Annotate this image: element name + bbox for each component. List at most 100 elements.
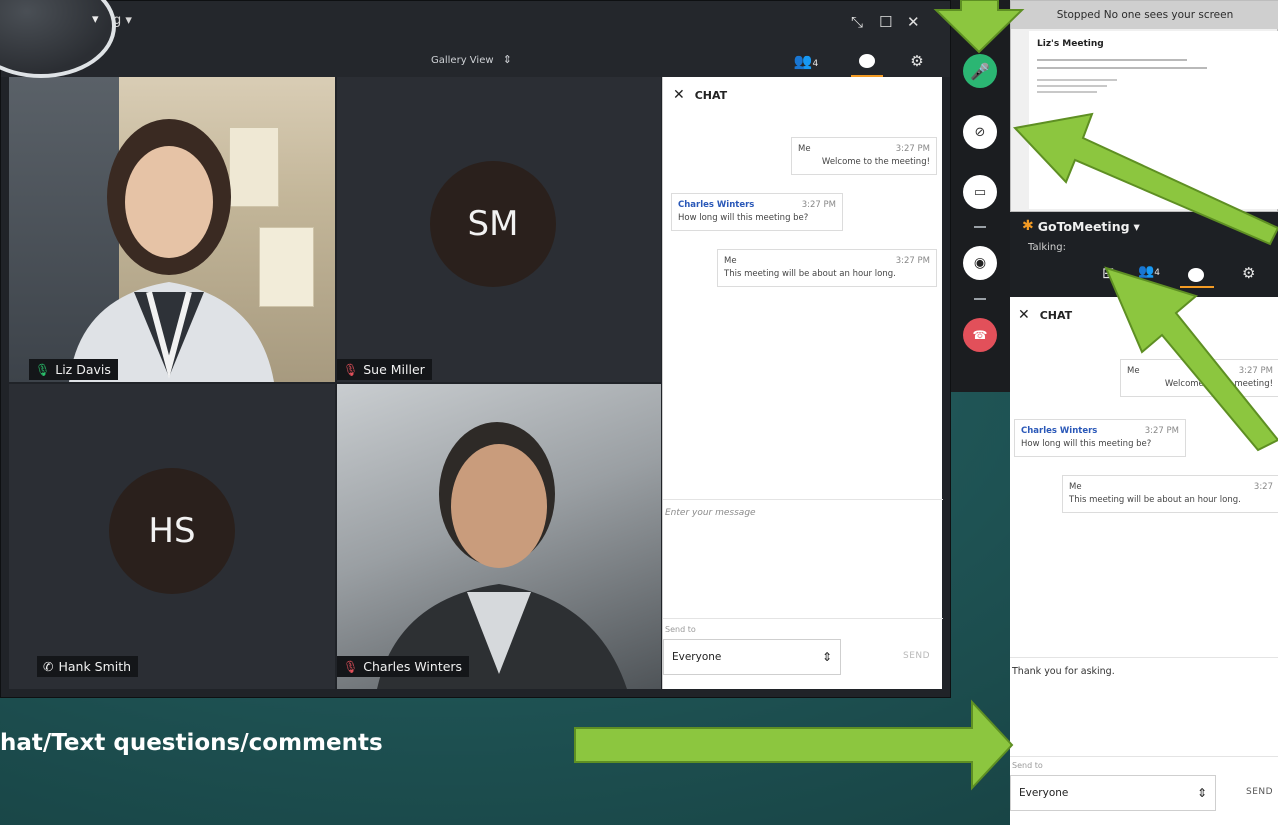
chat-title: CHAT [1039,308,1073,322]
message-text: This meeting will be about an hour long. [724,269,896,280]
video-tile-hank[interactable]: HS ✆ Hank Smith [9,384,335,689]
updown-chevron-icon: ⇕ [502,53,512,66]
chat-header: ✕ CHAT [673,87,727,103]
settings-button[interactable]: ⚙ [905,49,929,73]
send-button[interactable]: SEND [903,651,930,661]
participant-name: Liz Davis [55,362,111,377]
talking-label: Talking: [1028,242,1066,253]
chat-button[interactable] [851,49,883,77]
chat-title: CHAT [694,88,728,102]
name-tag-sue: 🎙 Sue Miller [337,359,432,380]
divider [974,226,986,228]
gotomeeting-logo-icon: ✱ [1022,218,1034,234]
participants-icon: 👥 [1138,264,1155,279]
magnified-menu-caret: ▾ [92,12,99,27]
updown-chevron-icon: ⇕ [1196,786,1207,800]
video-tile-charles[interactable]: 🎙 Charles Winters [337,384,661,689]
collapse-icon[interactable]: ⤡ [851,13,863,31]
message-placeholder: Enter your message [665,508,756,518]
gear-icon: ⚙ [910,52,924,70]
record-button[interactable]: ◉ [963,246,997,280]
message-text: Welcome to the meeting! [821,157,930,168]
gear-icon[interactable]: ⚙ [1242,264,1255,282]
phone-icon: ✆ [43,659,54,674]
message-sender: Me [1069,482,1082,492]
message-sender: Me [1127,366,1140,376]
microphone-icon: 🎙 [35,362,51,377]
chat-message: Me 3:27 PM Welcome to the meeting! [791,137,937,176]
message-sender: Charles Winters [1021,426,1098,436]
message-text: This meeting will be about an hour long. [1069,495,1241,506]
dropdown-caret-icon: ▾ [125,13,132,28]
text-line [1037,91,1097,93]
recipient-value: Everyone [672,651,722,663]
microphone-button[interactable]: 🎤 [963,54,997,88]
send-button[interactable]: SEND [1246,787,1273,797]
avatar-initials: HS [148,511,196,551]
video-tile-liz[interactable]: 🎙 Liz Davis [9,77,335,382]
close-icon[interactable]: ✕ [673,87,685,103]
chat-bubble-icon[interactable] [1188,268,1204,282]
message-text: How long will this meeting be? [678,213,809,224]
avatar-hank: HS [109,468,235,594]
message-input[interactable]: Thank you for asking. [1010,657,1278,757]
message-time: 3:27 PM [895,144,930,154]
message-time: 3:27 PM [895,256,930,266]
message-time: 3:27 PM [801,200,836,210]
message-time: 3:27 PM [1144,426,1179,436]
message-text: How long will this meeting be? [1021,439,1152,450]
camera-button[interactable]: ⊘ [963,115,997,149]
grid-view-icon[interactable]: ⊞ [1102,264,1115,282]
video-tile-sue[interactable]: SM 🎙 Sue Miller [337,77,661,382]
draft-message: Thank you for asking. [1012,666,1115,677]
hang-up-button[interactable]: ☎ [963,318,997,352]
divider [974,298,986,300]
view-selector-label: Gallery View [431,55,494,66]
screen-preview: Stopped No one sees your screen Liz's Me… [1010,0,1278,212]
person-liz [69,119,274,382]
text-line [1037,79,1117,81]
chat-message: Me 3:27 This meeting will be about an hou… [1062,475,1278,514]
participant-name: Hank Smith [58,659,132,674]
compact-header: ✱ GoToMeeting ▾ Talking: ⊞ 👥4 ⚙ [1010,212,1278,297]
message-input[interactable]: Enter your message [663,499,943,619]
participants-button[interactable]: 👥4 [1138,264,1160,279]
record-icon: ◉ [973,255,987,271]
shared-document: Liz's Meeting [1029,31,1278,209]
participants-count: 4 [1154,268,1160,278]
compact-chat-panel: ✕ CHAT Me 3:27 PM Welcome to the meeting!… [1010,297,1278,825]
chat-message: Charles Winters 3:27 PM How long will thi… [1014,419,1186,458]
chat-active-indicator [1180,286,1214,288]
microphone-icon: 🎤 [970,61,990,81]
view-selector[interactable]: Gallery View ⇕ [431,53,512,66]
recipient-select[interactable]: Everyone ⇕ [663,639,841,675]
maximize-icon[interactable]: ☐ [879,13,892,31]
brand-name: GoToMeeting [1037,218,1130,234]
chat-panel: ✕ CHAT Me 3:27 PM Welcome to the meeting!… [662,77,943,689]
close-icon[interactable]: ✕ [1018,307,1030,323]
name-tag-charles: 🎙 Charles Winters [337,656,470,677]
recipient-select[interactable]: Everyone ⇕ [1010,775,1216,811]
send-to-label: Send to [665,625,696,634]
participant-name: Sue Miller [363,362,425,377]
person-charles [377,422,627,689]
share-status: Stopped No one sees your screen [1011,1,1278,29]
control-bar: 🎤 ⊘ ▭ ◉ ☎ [951,0,1010,392]
hang-up-icon: ☎ [972,328,988,342]
chat-message: Me 3:27 PM Welcome to the meeting! [1120,359,1278,398]
participants-button[interactable]: 👥4 [789,49,823,73]
screen-share-icon: ▭ [973,184,987,200]
participant-name: Charles Winters [363,659,463,674]
text-line [1037,67,1207,69]
slide-caption: hat/Text questions/comments [0,730,383,756]
avatar-initials: SM [467,204,519,244]
send-to-label: Send to [1012,761,1043,770]
screen-share-button[interactable]: ▭ [963,175,997,209]
dropdown-caret-icon: ▾ [1133,218,1140,234]
text-line [1037,85,1107,87]
gotomeeting-menu[interactable]: ✱ GoToMeeting ▾ [1022,218,1140,234]
close-icon[interactable]: ✕ [907,13,920,31]
text-line [1037,59,1187,61]
mic-muted-icon: 🎙 [343,362,359,377]
message-sender: Charles Winters [678,200,755,210]
